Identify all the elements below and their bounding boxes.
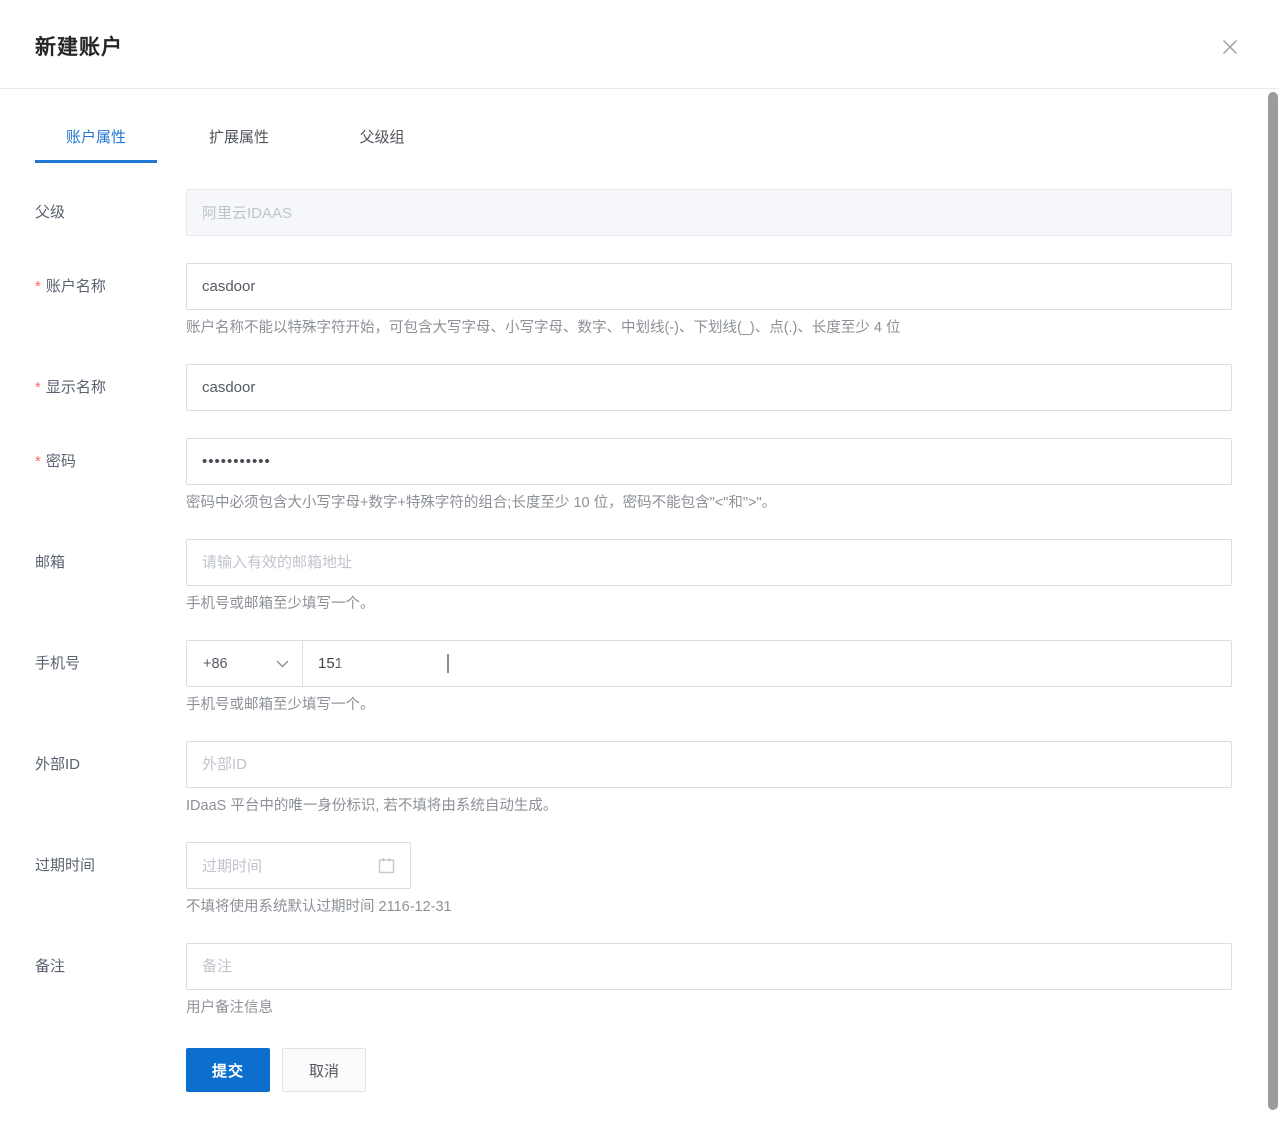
- expire-time-label-text: 过期时间: [35, 857, 95, 874]
- external-id-label: 外部ID: [35, 741, 186, 815]
- password-hint: 密码中必须包含大小写字母+数字+特殊字符的组合;长度至少 10 位，密码不能包含…: [186, 495, 1232, 512]
- external-id-input[interactable]: [186, 741, 1232, 788]
- required-marker: *: [35, 278, 41, 295]
- submit-button[interactable]: 提交: [186, 1048, 270, 1092]
- phone-visible-digits: 151: [318, 655, 343, 672]
- phone-label-text: 手机号: [35, 655, 80, 672]
- expire-time-date-picker[interactable]: 过期时间: [186, 842, 411, 889]
- phone-input-group: +86 151: [186, 640, 1232, 687]
- display-name-label-text: 显示名称: [46, 379, 106, 396]
- form-row-remark: 备注 用户备注信息: [35, 943, 1232, 1017]
- email-label-text: 邮箱: [35, 554, 65, 571]
- remark-hint: 用户备注信息: [186, 1000, 1232, 1017]
- country-code-select[interactable]: +86: [186, 640, 303, 687]
- password-label: * 密码: [35, 438, 186, 512]
- remark-label: 备注: [35, 943, 186, 1017]
- account-form: 父级 * 账户名称 账户名称不能以特殊字符开始，可包含大写字母、小写字母、数字、中…: [35, 189, 1232, 1092]
- parent-input: [186, 189, 1232, 236]
- email-label: 邮箱: [35, 539, 186, 613]
- phone-label: 手机号: [35, 640, 186, 714]
- external-id-hint: IDaaS 平台中的唯一身份标识, 若不填将由系统自动生成。: [186, 798, 1232, 815]
- vertical-scrollbar[interactable]: [1267, 90, 1279, 1125]
- tab-extended-properties[interactable]: 扩展属性: [178, 120, 300, 163]
- external-id-label-text: 外部ID: [35, 756, 80, 773]
- remark-label-text: 备注: [35, 958, 65, 975]
- display-name-label: * 显示名称: [35, 364, 186, 411]
- country-code-value: +86: [203, 656, 228, 672]
- dialog-body: 账户属性 扩展属性 父级组 父级 *账户名称 账户: [0, 120, 1279, 1092]
- tab-parent-group[interactable]: 父级组: [321, 120, 443, 163]
- email-input[interactable]: [186, 539, 1232, 586]
- form-row-account-name: * 账户名称 账户名称不能以特殊字符开始，可包含大写字母、小写字母、数字、中划线(…: [35, 263, 1232, 337]
- form-row-external-id: 外部ID IDaaS 平台中的唯一身份标识, 若不填将由系统自动生成。: [35, 741, 1232, 815]
- account-name-hint: 账户名称不能以特殊字符开始，可包含大写字母、小写字母、数字、中划线(-)、下划线…: [186, 320, 1232, 337]
- remark-input[interactable]: [186, 943, 1232, 990]
- chevron-down-icon: [276, 660, 289, 668]
- form-row-display-name: * 显示名称: [35, 364, 1232, 411]
- display-name-input[interactable]: [186, 364, 1232, 411]
- form-row-phone: 手机号 +86 151: [35, 640, 1232, 714]
- form-row-password: * 密码 密码中必须包含大小写字母+数字+特殊字符的组合;长度至少 10 位，密码…: [35, 438, 1232, 512]
- required-marker: *: [35, 379, 41, 396]
- tab-account-properties[interactable]: 账户属性: [35, 120, 157, 163]
- create-account-dialog: 新建账户 账户属性 扩展属性 父级组 父级: [0, 0, 1279, 1125]
- expire-time-label: 过期时间: [35, 842, 186, 916]
- page-title: 新建账户: [35, 31, 123, 61]
- required-marker: *: [35, 453, 41, 470]
- calendar-icon: [378, 857, 395, 874]
- phone-hint: 手机号或邮箱至少填写一个。: [186, 697, 1232, 714]
- form-row-parent: 父级: [35, 189, 1232, 236]
- tab-bar: 账户属性 扩展属性 父级组: [35, 120, 1232, 163]
- cancel-button[interactable]: 取消: [282, 1048, 366, 1092]
- form-row-expire-time: 过期时间 过期时间 不填将使用系统默认过期时间 2116-12-31: [35, 842, 1232, 916]
- parent-label: 父级: [35, 189, 186, 236]
- phone-input[interactable]: 151: [303, 640, 1232, 687]
- parent-label-text: 父级: [35, 204, 65, 221]
- form-row-email: 邮箱 手机号或邮箱至少填写一个。: [35, 539, 1232, 613]
- expire-time-hint: 不填将使用系统默认过期时间 2116-12-31: [186, 899, 1232, 916]
- password-input[interactable]: [186, 438, 1232, 485]
- phone-redaction-blur: [345, 653, 441, 675]
- expire-time-placeholder: 过期时间: [202, 855, 262, 876]
- account-name-label-text: 账户名称: [46, 278, 106, 295]
- close-x-glyph: [1220, 37, 1240, 57]
- phone-text-cursor: [447, 654, 449, 673]
- account-name-input[interactable]: [186, 263, 1232, 310]
- password-label-text: 密码: [46, 453, 76, 470]
- close-icon[interactable]: [1217, 34, 1243, 60]
- email-hint: 手机号或邮箱至少填写一个。: [186, 596, 1232, 613]
- dialog-header: 新建账户: [0, 0, 1279, 89]
- scrollbar-thumb[interactable]: [1268, 92, 1278, 1110]
- form-actions: 提交 取消: [186, 1048, 1232, 1092]
- account-name-label: * 账户名称: [35, 263, 186, 337]
